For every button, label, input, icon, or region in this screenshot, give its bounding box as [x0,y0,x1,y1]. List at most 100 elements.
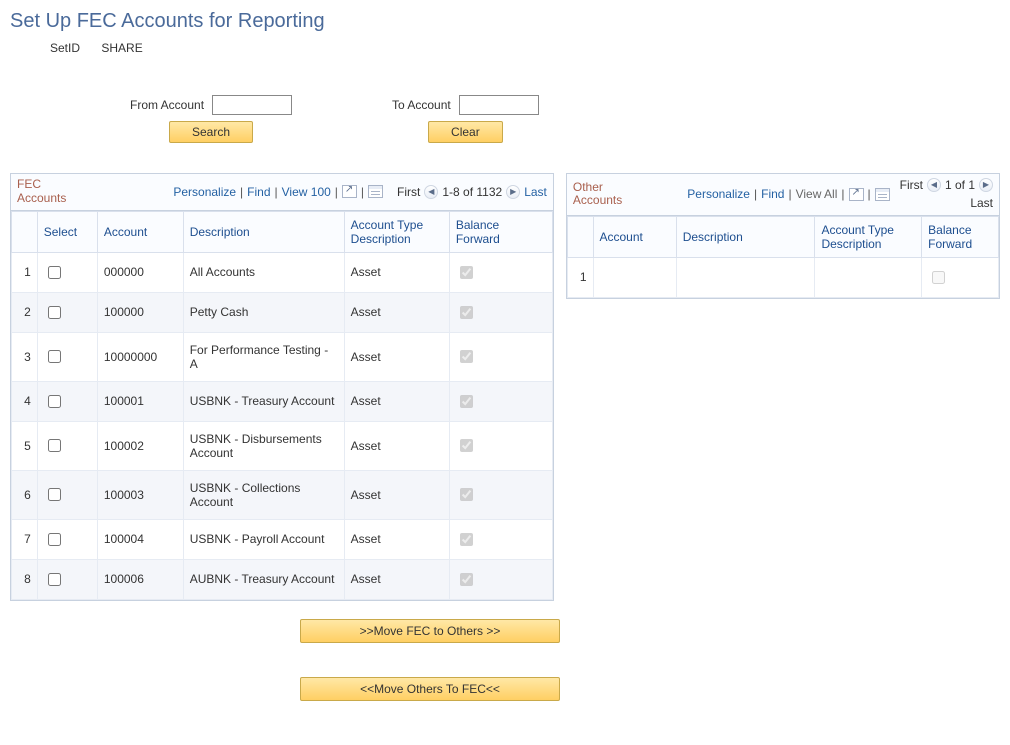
row-number: 1 [567,257,593,297]
balance-forward-checkbox [460,533,473,546]
download-icon[interactable] [368,185,383,198]
table-row: 6100003USBNK - Collections AccountAsset [12,470,553,519]
other-accounts-grid: OtherAccounts Personalize | Find | View … [566,173,1000,299]
balance-forward-checkbox [460,350,473,363]
col-account[interactable]: Account [97,211,183,252]
move-others-to-fec-button[interactable]: <<Move Others To FEC<< [300,677,560,701]
move-fec-to-others-button[interactable]: >>Move FEC to Others >> [300,619,560,643]
account-cell: 100000 [97,292,183,332]
download-icon[interactable] [875,188,890,201]
select-cell [37,381,97,421]
type-cell: Asset [344,332,449,381]
description-cell: For Performance Testing - A [183,332,344,381]
table-row: 1000000All AccountsAsset [12,252,553,292]
col-description[interactable]: Description [183,211,344,252]
find-link[interactable]: Find [761,187,784,201]
row-number: 3 [12,332,38,381]
balance-forward-checkbox [460,488,473,501]
select-cell [37,292,97,332]
col-account[interactable]: Account [593,216,676,257]
col-description[interactable]: Description [676,216,815,257]
col-type[interactable]: Account Type Description [344,211,449,252]
search-button[interactable]: Search [169,121,253,143]
view100-link[interactable]: View 100 [282,185,331,199]
select-cell [37,332,97,381]
zoom-icon[interactable] [342,185,357,198]
from-account-input[interactable] [212,95,292,115]
col-balance-forward[interactable]: Balance Forward [922,216,999,257]
balance-forward-cell [449,519,552,559]
first-link: First [900,178,923,192]
search-row: From Account Search To Account Clear [10,95,1000,143]
row-number: 6 [12,470,38,519]
row-number: 4 [12,381,38,421]
row-number: 8 [12,559,38,599]
separator: | [275,185,278,199]
select-cell [37,470,97,519]
type-cell [815,257,922,297]
find-link[interactable]: Find [247,185,270,199]
balance-forward-cell [449,470,552,519]
select-checkbox[interactable] [48,306,61,319]
balance-forward-checkbox [460,439,473,452]
account-cell: 100002 [97,421,183,470]
balance-forward-checkbox [460,266,473,279]
separator: | [335,185,338,199]
type-cell: Asset [344,292,449,332]
account-cell: 000000 [97,252,183,292]
prev-arrow-icon[interactable]: ◀ [424,185,438,199]
other-grid-headerbar: OtherAccounts Personalize | Find | View … [567,174,999,216]
table-row: 5100002USBNK - Disbursements AccountAsse… [12,421,553,470]
select-checkbox[interactable] [48,439,61,452]
description-cell: Petty Cash [183,292,344,332]
balance-forward-checkbox [932,271,945,284]
other-grid-toolbar: Personalize | Find | View All | | [687,187,889,201]
separator: | [754,187,757,201]
fec-accounts-grid: FECAccounts Personalize | Find | View 10… [10,173,554,601]
balance-forward-checkbox [460,306,473,319]
table-row: 3 10000000For Performance Testing - AAsse… [12,332,553,381]
setid-label: SetID [50,41,80,55]
balance-forward-checkbox [460,573,473,586]
prev-arrow-icon: ◀ [927,178,941,192]
fec-grid-headerbar: FECAccounts Personalize | Find | View 10… [11,174,553,211]
setid-value: SHARE [101,41,142,55]
select-checkbox[interactable] [48,533,61,546]
balance-forward-cell [449,292,552,332]
other-range: 1 of 1 [945,178,975,192]
type-cell: Asset [344,519,449,559]
select-checkbox[interactable] [48,350,61,363]
select-checkbox[interactable] [48,395,61,408]
col-type[interactable]: Account Type Description [815,216,922,257]
balance-forward-cell [922,257,999,297]
to-account-label: To Account [392,98,451,112]
other-grid-nav: First ◀ 1 of 1 ▶ Last [900,178,993,211]
description-cell: AUBNK - Treasury Account [183,559,344,599]
other-grid-title: OtherAccounts [573,181,622,209]
to-account-group: To Account Clear [392,95,539,143]
personalize-link[interactable]: Personalize [173,185,236,199]
separator: | [868,187,871,201]
personalize-link[interactable]: Personalize [687,187,750,201]
type-cell: Asset [344,559,449,599]
select-checkbox[interactable] [48,266,61,279]
separator: | [788,187,791,201]
next-arrow-icon[interactable]: ▶ [506,185,520,199]
account-cell: 10000000 [97,332,183,381]
fec-grid-title: FECAccounts [17,178,66,206]
description-cell: USBNK - Treasury Account [183,381,344,421]
col-rownum [12,211,38,252]
col-select[interactable]: Select [37,211,97,252]
zoom-icon[interactable] [849,188,864,201]
other-table: Account Description Account Type Descrip… [567,216,999,298]
row-number: 7 [12,519,38,559]
select-checkbox[interactable] [48,488,61,501]
select-checkbox[interactable] [48,573,61,586]
clear-button[interactable]: Clear [428,121,503,143]
next-arrow-icon: ▶ [979,178,993,192]
balance-forward-checkbox [460,395,473,408]
account-cell: 100001 [97,381,183,421]
col-balance-forward[interactable]: Balance Forward [449,211,552,252]
last-link[interactable]: Last [524,185,547,199]
to-account-input[interactable] [459,95,539,115]
